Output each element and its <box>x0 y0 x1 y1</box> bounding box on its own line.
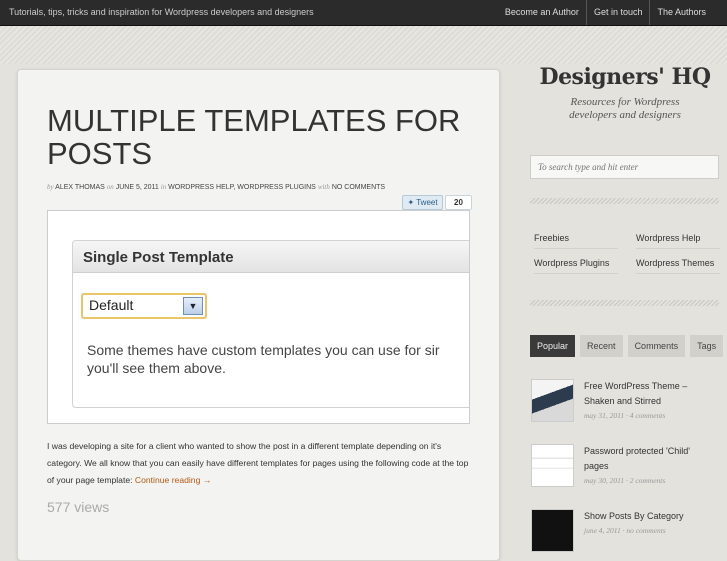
top-nav: Become an Author Get in touch The Author… <box>498 0 713 25</box>
logo-name: Designers' HQ <box>539 64 711 90</box>
popular-post-title[interactable]: Free WordPress Theme – Shaken and Stirre… <box>584 379 714 409</box>
post-title[interactable]: MULTIPLE TEMPLATES FOR POSTS <box>47 104 467 170</box>
tab-popular[interactable]: Popular <box>530 335 576 357</box>
post-views: 577 views <box>47 499 110 515</box>
tweet-button[interactable]: ✦ Tweet <box>402 195 443 210</box>
screenshot-template-select: Default ▼ <box>81 293 207 319</box>
screenshot-text-line1: Some themes have custom templates you ca… <box>87 342 440 358</box>
continue-reading-link[interactable]: Continue reading → <box>135 475 211 485</box>
meta-in: in <box>160 183 167 191</box>
popular-post-title[interactable]: Show Posts By Category <box>584 509 714 524</box>
screenshot-select-value: Default <box>89 297 134 313</box>
category-freebies[interactable]: Freebies <box>534 226 618 249</box>
logo-subtitle: Resources for Wordpress developers and d… <box>530 96 720 122</box>
top-bar: Tutorials, tips, tricks and inspiration … <box>0 0 727 26</box>
screenshot-text-line2: you'll see them above. <box>87 360 226 376</box>
screenshot-panel-header: Single Post Template <box>73 241 469 273</box>
post-excerpt: I was developing a site for a client who… <box>47 438 471 489</box>
nav-get-in-touch-link[interactable]: Get in touch <box>585 0 650 25</box>
tab-tags[interactable]: Tags <box>690 335 724 357</box>
twitter-bird-icon: ✦ <box>407 198 415 207</box>
logo-subtitle-line1: Resources for Wordpress <box>570 96 680 108</box>
category-wordpress-themes[interactable]: Wordpress Themes <box>636 251 720 274</box>
meta-by: by <box>47 183 54 191</box>
meta-on: on <box>106 183 114 191</box>
nav-become-author-link[interactable]: Become an Author <box>498 0 586 25</box>
post-excerpt-text: I was developing a site for a client who… <box>47 441 469 485</box>
sidebar-tabs: Popular Recent Comments Tags <box>530 335 727 357</box>
popular-post-title[interactable]: Password protected 'Child' pages <box>584 444 714 474</box>
post-date: JUNE 5, 2011 <box>115 184 159 191</box>
post-comments-link[interactable]: NO COMMENTS <box>332 184 385 191</box>
site-tagline: Tutorials, tips, tricks and inspiration … <box>9 7 314 17</box>
tweet-count: 20 <box>445 195 472 210</box>
meta-with: with <box>317 183 330 191</box>
post-meta: by ALEX THOMAS on JUNE 5, 2011 in WORDPR… <box>47 183 385 191</box>
site-logo[interactable]: Designers' HQ Resources for Wordpress de… <box>530 64 720 122</box>
popular-post-meta: may 31, 2011 · 4 comments <box>584 411 666 420</box>
tab-recent[interactable]: Recent <box>580 335 623 357</box>
screenshot-heading: Single Post Template <box>83 249 234 266</box>
logo-subtitle-line2: developers and designers <box>569 109 681 121</box>
post-screenshot: Single Post Template Default ▼ Some them… <box>47 210 470 424</box>
post-thumbnail[interactable] <box>531 509 574 552</box>
divider <box>530 198 719 204</box>
post-categories[interactable]: WORDPRESS HELP, WORDPRESS PLUGINS <box>168 184 316 191</box>
screenshot-panel: Single Post Template Default ▼ Some them… <box>72 240 469 408</box>
popular-post-meta: may 30, 2011 · 2 comments <box>584 476 666 485</box>
header-texture <box>0 26 727 64</box>
popular-post-meta: june 4, 2011 · no comments <box>584 526 666 535</box>
chevron-down-icon: ▼ <box>183 297 203 315</box>
post-thumbnail[interactable] <box>531 379 574 422</box>
post-thumbnail[interactable] <box>531 444 574 487</box>
divider <box>530 300 719 306</box>
tab-comments[interactable]: Comments <box>627 335 686 357</box>
post-author[interactable]: ALEX THOMAS <box>55 184 105 191</box>
search-input[interactable] <box>530 155 719 179</box>
category-wordpress-plugins[interactable]: Wordpress Plugins <box>534 251 618 274</box>
screenshot-text: Some themes have custom templates you ca… <box>87 341 469 377</box>
tweet-label: Tweet <box>416 198 438 207</box>
category-wordpress-help[interactable]: Wordpress Help <box>636 226 720 249</box>
nav-the-authors-link[interactable]: The Authors <box>649 0 713 25</box>
